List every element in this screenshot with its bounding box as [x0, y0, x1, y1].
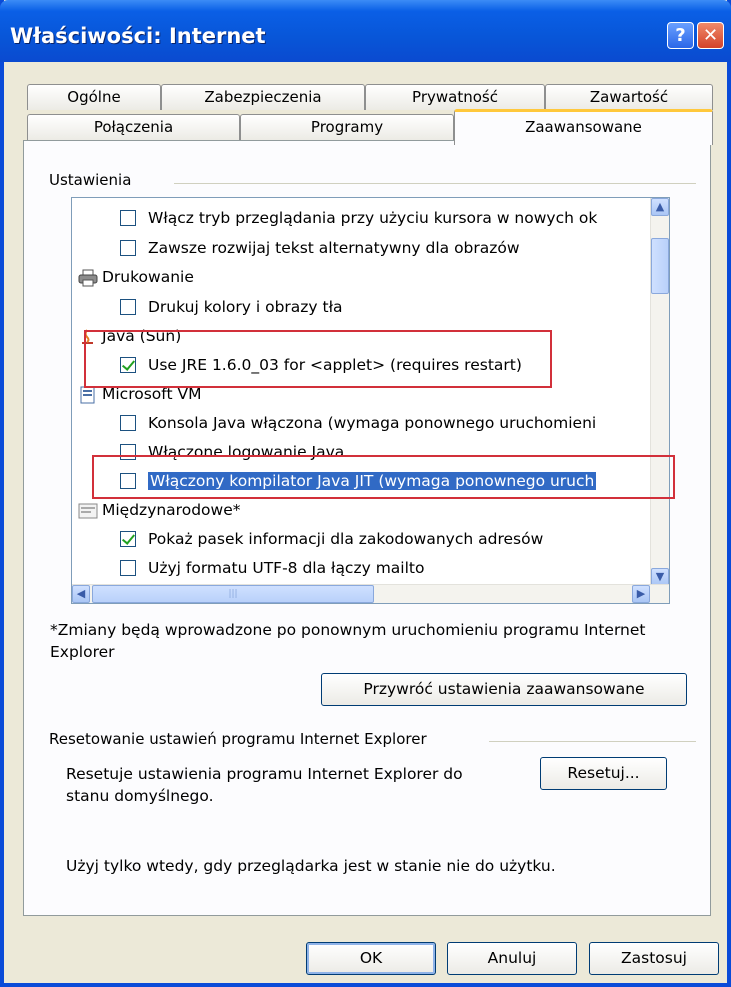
- tab-zabezpieczenia[interactable]: Zabezpieczenia: [161, 84, 365, 110]
- checkbox[interactable]: [120, 210, 136, 226]
- vertical-scroll-thumb[interactable]: [651, 238, 669, 294]
- settings-checkbox-row[interactable]: Pokaż pasek informacji dla zakodowanych …: [120, 525, 543, 553]
- checkbox[interactable]: [120, 560, 136, 576]
- setting-label: Konsola Java włączona (wymaga ponownego …: [148, 414, 597, 432]
- tab-ogolne[interactable]: Ogólne: [27, 84, 161, 110]
- setting-label: Zawsze rozwijaj tekst alternatywny dla o…: [148, 239, 520, 257]
- ok-button[interactable]: OK: [306, 942, 436, 975]
- settings-checkbox-row[interactable]: Włącz tryb przeglądania przy użyciu kurs…: [120, 204, 597, 232]
- setting-label: Drukuj kolory i obrazy tła: [148, 298, 343, 316]
- setting-label: Pokaż pasek informacji dla zakodowanych …: [148, 530, 544, 548]
- help-button[interactable]: ?: [667, 22, 694, 49]
- highlight-box-java-sun: [84, 330, 552, 388]
- scroll-up-icon[interactable]: ▲: [651, 198, 669, 216]
- settings-category-row: Drukowanie: [78, 263, 194, 291]
- settings-checkbox-row[interactable]: Drukuj kolory i obrazy tła: [120, 293, 343, 321]
- printer-icon: [78, 268, 98, 287]
- checkbox[interactable]: [120, 299, 136, 315]
- restore-advanced-button[interactable]: Przywróć ustawienia zaawansowane: [321, 673, 687, 706]
- title-bar[interactable]: Właściwości: Internet ? ✕: [0, 0, 731, 62]
- tab-zawartosc[interactable]: Zawartość: [545, 84, 713, 110]
- tab-programy[interactable]: Programy: [240, 114, 454, 140]
- horizontal-scrollbar[interactable]: ◀ ||| ▶: [72, 584, 669, 603]
- close-button[interactable]: ✕: [697, 22, 724, 49]
- settings-group-label: Ustawienia: [49, 171, 136, 189]
- checkbox[interactable]: [120, 240, 136, 256]
- settings-list[interactable]: Włącz tryb przeglądania przy użyciu kurs…: [71, 197, 670, 604]
- checkbox[interactable]: [120, 415, 136, 431]
- vertical-scrollbar[interactable]: ▲ ▼: [650, 198, 669, 586]
- reset-description: Resetuje ustawienia programu Internet Ex…: [66, 765, 463, 805]
- tab-zaawansowane[interactable]: Zaawansowane: [454, 109, 713, 145]
- apply-button[interactable]: Zastosuj: [589, 942, 719, 975]
- tab-prywatnosc[interactable]: Prywatność: [365, 84, 545, 110]
- reset-group-label: Resetowanie ustawień programu Internet E…: [49, 730, 431, 748]
- settings-checkbox-row[interactable]: Zawsze rozwijaj tekst alternatywny dla o…: [120, 234, 520, 262]
- international-icon: [78, 501, 98, 519]
- cancel-button[interactable]: Anuluj: [447, 942, 577, 975]
- settings-category-row: Międzynarodowe*: [78, 496, 241, 524]
- category-label: Drukowanie: [102, 268, 194, 286]
- category-label: Międzynarodowe*: [102, 501, 241, 519]
- settings-checkbox-row[interactable]: Konsola Java włączona (wymaga ponownego …: [120, 409, 596, 437]
- reset-divider: [489, 741, 696, 742]
- scroll-left-icon[interactable]: ◀: [72, 585, 90, 603]
- scroll-right-icon[interactable]: ▶: [632, 585, 650, 603]
- checkbox-checked[interactable]: [120, 531, 136, 547]
- reset-button[interactable]: Resetuj...: [540, 757, 667, 790]
- settings-divider: [174, 183, 696, 184]
- window-title: Właściwości: Internet: [10, 24, 266, 48]
- settings-checkbox-row[interactable]: Użyj formatu UTF-8 dla łączy mailto: [120, 554, 424, 582]
- restart-note: *Zmiany będą wprowadzone po ponownym uru…: [50, 621, 646, 661]
- highlight-box-jit: [92, 455, 675, 499]
- reset-warning: Użyj tylko wtedy, gdy przeglądarka jest …: [66, 857, 556, 875]
- horizontal-scroll-thumb[interactable]: |||: [92, 585, 374, 603]
- setting-label: Włącz tryb przeglądania przy użyciu kurs…: [148, 209, 598, 227]
- tab-polaczenia[interactable]: Połączenia: [27, 114, 240, 140]
- setting-label: Użyj formatu UTF-8 dla łączy mailto: [148, 559, 425, 577]
